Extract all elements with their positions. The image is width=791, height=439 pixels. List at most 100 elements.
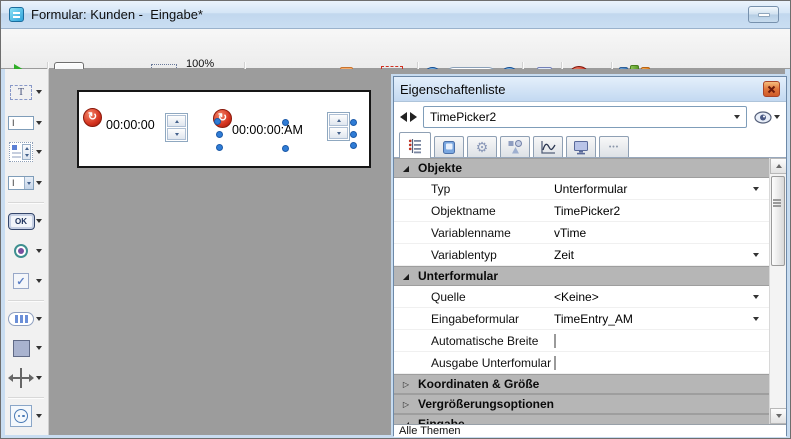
combobox-tool[interactable]: I [7, 170, 47, 196]
scroll-down-button[interactable] [770, 408, 786, 424]
timepicker1-value[interactable]: 00:00:00 [106, 118, 155, 132]
form-window-icon [9, 7, 24, 22]
spin-up-icon[interactable] [167, 115, 186, 127]
selection-handle-top-right[interactable] [350, 119, 357, 126]
property-row-variablenname[interactable]: Variablenname vTime [394, 222, 769, 244]
toolbox-separator [8, 397, 44, 398]
collapse-icon: ◢ [394, 164, 418, 173]
scroll-up-button[interactable] [770, 158, 786, 174]
toolbox-separator [8, 202, 44, 203]
chevron-down-icon [774, 115, 780, 119]
section-header-vergroesserung[interactable]: ▷ Vergrößerungsoptionen [394, 394, 769, 414]
subform-tool[interactable] [7, 403, 47, 429]
book-icon [442, 140, 456, 155]
selection-handle-top-center[interactable] [282, 119, 289, 126]
object-selector-combobox[interactable]: TimePicker2 [423, 106, 747, 128]
close-icon [767, 85, 776, 94]
spin-down-icon[interactable] [167, 128, 186, 140]
tab-data[interactable] [434, 136, 464, 157]
next-object-icon[interactable] [410, 112, 417, 122]
selected-object-name: TimePicker2 [430, 110, 734, 124]
minimize-button[interactable] [748, 6, 779, 23]
object-selector-row: TimePicker2 [394, 102, 786, 132]
chevron-down-icon[interactable] [753, 317, 759, 321]
chevron-down-icon[interactable] [36, 376, 42, 380]
splitter-tool-icon [10, 368, 32, 388]
chevron-down-icon[interactable] [36, 346, 42, 350]
timepicker2-value[interactable]: 00:00:00:AM [232, 123, 303, 137]
close-panel-button[interactable] [763, 81, 780, 97]
splitter-tool[interactable] [7, 365, 47, 391]
button-tool-icon: OK [8, 213, 35, 230]
property-row-eingabeformular[interactable]: Eingabeformular TimeEntry_AM [394, 308, 769, 330]
selection-handle-mid-right[interactable] [350, 131, 357, 138]
chevron-down-icon[interactable] [36, 90, 42, 94]
timepicker1-spinner[interactable] [165, 113, 188, 142]
tab-property-list[interactable] [399, 132, 431, 158]
chevron-down-icon[interactable] [753, 253, 759, 257]
chevron-down-icon[interactable] [753, 187, 759, 191]
section-header-eingabe[interactable]: ◢ Eingabe [394, 414, 769, 424]
listbox-tool[interactable] [7, 139, 47, 165]
property-row-quelle[interactable]: Quelle <Keine> [394, 286, 769, 308]
selection-handle-top-left[interactable] [214, 118, 221, 125]
spin-up-icon[interactable] [329, 114, 348, 126]
tab-more[interactable]: ••• [599, 136, 629, 157]
checkbox-tool[interactable]: ✓ [7, 268, 47, 294]
chevron-down-icon[interactable] [36, 121, 42, 125]
tab-display[interactable] [566, 136, 596, 157]
section-header-objekte[interactable]: ◢ Objekte [394, 158, 769, 178]
selection-handle-bottom-left[interactable] [216, 144, 223, 151]
rectangle-tool-icon [13, 340, 30, 357]
selection-handle-bottom-center[interactable] [282, 145, 289, 152]
selection-handle-mid-left[interactable] [216, 131, 223, 138]
tab-settings[interactable]: ⚙ [467, 136, 497, 157]
textbox-tool[interactable]: I [7, 110, 47, 136]
label-tool[interactable]: T [7, 79, 47, 105]
scrollbar-thumb[interactable] [771, 176, 785, 266]
scrollbar[interactable] [769, 158, 786, 424]
chevron-down-icon[interactable] [753, 295, 759, 299]
section-header-koordinaten[interactable]: ▷ Koordinaten & Größe [394, 374, 769, 394]
properties-panel: Eigenschaftenliste TimePicker2 [393, 76, 787, 436]
property-row-typ[interactable]: Typ Unterformular [394, 178, 769, 200]
property-row-automatische-breite[interactable]: Automatische Breite [394, 330, 769, 352]
scrollbar-grip [773, 199, 781, 201]
combobox-tool-icon: I [8, 176, 34, 190]
minimize-icon [758, 13, 770, 17]
title-bar: Formular: Kunden - Eingabe* [1, 1, 790, 29]
previous-object-icon[interactable] [400, 112, 407, 122]
gear-icon: ⚙ [476, 139, 489, 156]
control-toolbox: T I I OK ✓ [5, 69, 49, 435]
chevron-down-icon[interactable] [36, 219, 42, 223]
tab-chart[interactable] [533, 136, 563, 157]
monitor-icon [573, 140, 589, 155]
property-row-ausgabe-unterformular[interactable]: Ausgabe Unterfomular [394, 352, 769, 374]
chevron-down-icon[interactable] [36, 249, 42, 253]
chevron-down-icon[interactable] [36, 414, 42, 418]
expand-icon: ▷ [394, 380, 418, 389]
toggle-group-tool[interactable] [7, 306, 47, 332]
chevron-down-icon[interactable] [36, 279, 42, 283]
tab-shapes[interactable] [500, 136, 530, 157]
spin-down-icon[interactable] [329, 127, 348, 139]
chevron-down-icon[interactable] [36, 150, 42, 154]
chevron-down-icon[interactable] [36, 317, 42, 321]
expand-icon: ▷ [394, 400, 418, 409]
properties-panel-title: Eigenschaftenliste [400, 82, 763, 97]
radio-button-tool[interactable] [7, 238, 47, 264]
selection-handle-bottom-right[interactable] [350, 142, 357, 149]
property-row-objektname[interactable]: Objektname TimePicker2 [394, 200, 769, 222]
timepicker1-refresh-icon[interactable]: ↻ [83, 108, 102, 127]
section-header-unterformular[interactable]: ◢ Unterformular [394, 266, 769, 286]
property-grid: ◢ Objekte Typ Unterformular Objektname T… [394, 158, 786, 424]
property-row-variablentyp[interactable]: Variablentyp Zeit [394, 244, 769, 266]
timepicker2-spinner[interactable] [327, 112, 350, 141]
checkbox-unchecked[interactable] [554, 356, 556, 370]
chevron-down-icon[interactable] [36, 181, 42, 185]
button-tool[interactable]: OK [7, 208, 47, 234]
rectangle-tool[interactable] [7, 335, 47, 361]
visibility-button[interactable] [754, 111, 780, 124]
panel-status-bar: Alle Themen [394, 424, 786, 437]
checkbox-unchecked[interactable] [554, 334, 556, 348]
